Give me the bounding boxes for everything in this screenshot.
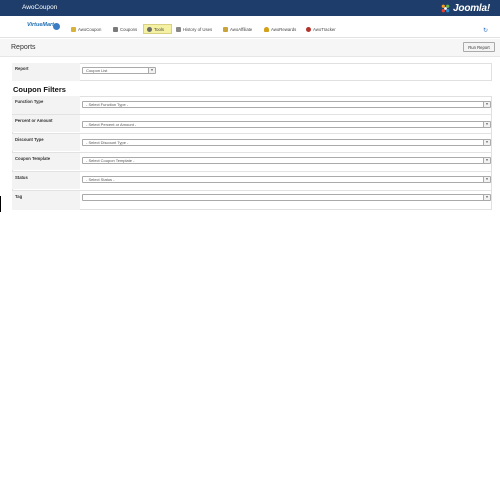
page-title: Reports xyxy=(11,44,36,51)
awotracker-icon xyxy=(306,26,311,32)
filter-label-cell: Discount Type xyxy=(12,134,80,151)
coupon-template-select[interactable]: - Select Coupon Template - ▾ xyxy=(82,157,491,164)
nav-history-of-uses[interactable]: History of Uses xyxy=(173,24,215,34)
filter-label: Coupon Template xyxy=(15,156,51,161)
report-select[interactable]: Coupon List ▾ xyxy=(82,67,156,74)
chevron-down-icon: ▾ xyxy=(483,177,490,182)
run-report-button[interactable]: Run Report xyxy=(463,42,495,52)
tools-icon xyxy=(147,26,152,32)
report-select-value: Coupon List xyxy=(86,68,108,73)
select-value: - Select Function Type - xyxy=(86,102,129,107)
filter-row-function-type: Function Type - Select Function Type - ▾ xyxy=(12,96,492,114)
filter-label: Function Type xyxy=(15,99,44,104)
chevron-down-icon: ▾ xyxy=(483,140,490,145)
filter-row-discount-type: Discount Type - Select Discount Type - ▾ xyxy=(12,133,492,151)
filter-label: Discount Type xyxy=(15,137,44,142)
filter-label-cell: Status xyxy=(12,172,80,189)
filter-label-cell: Function Type xyxy=(12,96,80,114)
select-value: - Select Coupon Template - xyxy=(86,158,135,163)
percent-or-amount-select[interactable]: - Select Percent or Amount - ▾ xyxy=(82,121,491,128)
nav-aworewards[interactable]: AwoRewards xyxy=(261,24,299,34)
filter-label: Status xyxy=(15,175,28,180)
filter-label-cell: Tag xyxy=(12,191,80,210)
nav-label: Coupons xyxy=(120,26,138,32)
status-select[interactable]: - Select Status - ▾ xyxy=(82,176,491,183)
nav-awotracker[interactable]: AwoTracker xyxy=(303,24,339,34)
report-row: Report Coupon List ▾ xyxy=(12,63,492,81)
page-header: Reports xyxy=(0,39,500,57)
chevron-down-icon: ▾ xyxy=(148,68,155,73)
history-icon xyxy=(176,26,181,32)
awocoupon-icon xyxy=(71,26,76,32)
select-value: - Select Percent or Amount - xyxy=(86,122,137,127)
filter-label: Tag xyxy=(15,194,23,199)
nav-coupons[interactable]: Coupons xyxy=(110,24,140,34)
chevron-down-icon: ▾ xyxy=(483,195,490,200)
filter-row-coupon-template: Coupon Template - Select Coupon Template… xyxy=(12,152,492,170)
filter-label: Percent or Amount xyxy=(15,118,53,123)
joomla-brand-text: Joomla! xyxy=(453,2,490,14)
window-edge-marker xyxy=(0,196,1,212)
report-label: Report xyxy=(15,66,29,71)
app-title: AwoCoupon xyxy=(22,4,58,11)
chevron-down-icon: ▾ xyxy=(483,158,490,163)
select-value: - Select Status - xyxy=(86,177,115,182)
nav-label: AwoRewards xyxy=(271,26,297,32)
coupon-filters-title: Coupon Filters xyxy=(13,85,66,94)
filter-label-cell: Percent or Amount xyxy=(12,115,80,132)
nav-label: Tools xyxy=(154,26,165,32)
top-bar: AwoCoupon Joomla! xyxy=(0,0,500,16)
select-value: - Select Discount Type - xyxy=(86,140,129,145)
nav-tools[interactable]: Tools xyxy=(143,24,172,34)
virtuemart-globe-icon xyxy=(53,23,60,30)
nav-label: AwoCoupon xyxy=(78,26,102,32)
coupons-icon xyxy=(113,26,118,32)
chevron-down-icon: ▾ xyxy=(483,102,490,107)
discount-type-select[interactable]: - Select Discount Type - ▾ xyxy=(82,139,491,146)
virtuemart-logo[interactable]: VirtueMart xyxy=(27,22,54,28)
function-type-select[interactable]: - Select Function Type - ▾ xyxy=(82,101,491,108)
filter-row-tag: Tag ▾ xyxy=(12,190,492,210)
component-nav: VirtueMart AwoCoupon Coupons Tools Histo… xyxy=(0,20,500,38)
report-label-cell: Report xyxy=(12,63,80,81)
chevron-down-icon: ▾ xyxy=(483,122,490,127)
joomla-logo[interactable]: Joomla! xyxy=(440,2,490,14)
filter-row-percent-or-amount: Percent or Amount - Select Percent or Am… xyxy=(12,114,492,132)
filter-label-cell: Coupon Template xyxy=(12,153,80,170)
refresh-icon[interactable]: ↻ xyxy=(483,27,488,34)
nav-label: History of Uses xyxy=(183,26,213,32)
nav-awocoupon[interactable]: AwoCoupon xyxy=(68,24,104,34)
nav-awoaffiliate[interactable]: AwoAffiliate xyxy=(220,24,255,34)
nav-label: AwoAffiliate xyxy=(230,26,253,32)
nav-label: AwoTracker xyxy=(313,26,336,32)
joomla-icon xyxy=(441,4,450,12)
awoaffiliate-icon xyxy=(223,26,228,32)
filter-row-status: Status - Select Status - ▾ xyxy=(12,171,492,189)
tag-select[interactable]: ▾ xyxy=(82,194,491,201)
aworewards-icon xyxy=(264,26,269,32)
